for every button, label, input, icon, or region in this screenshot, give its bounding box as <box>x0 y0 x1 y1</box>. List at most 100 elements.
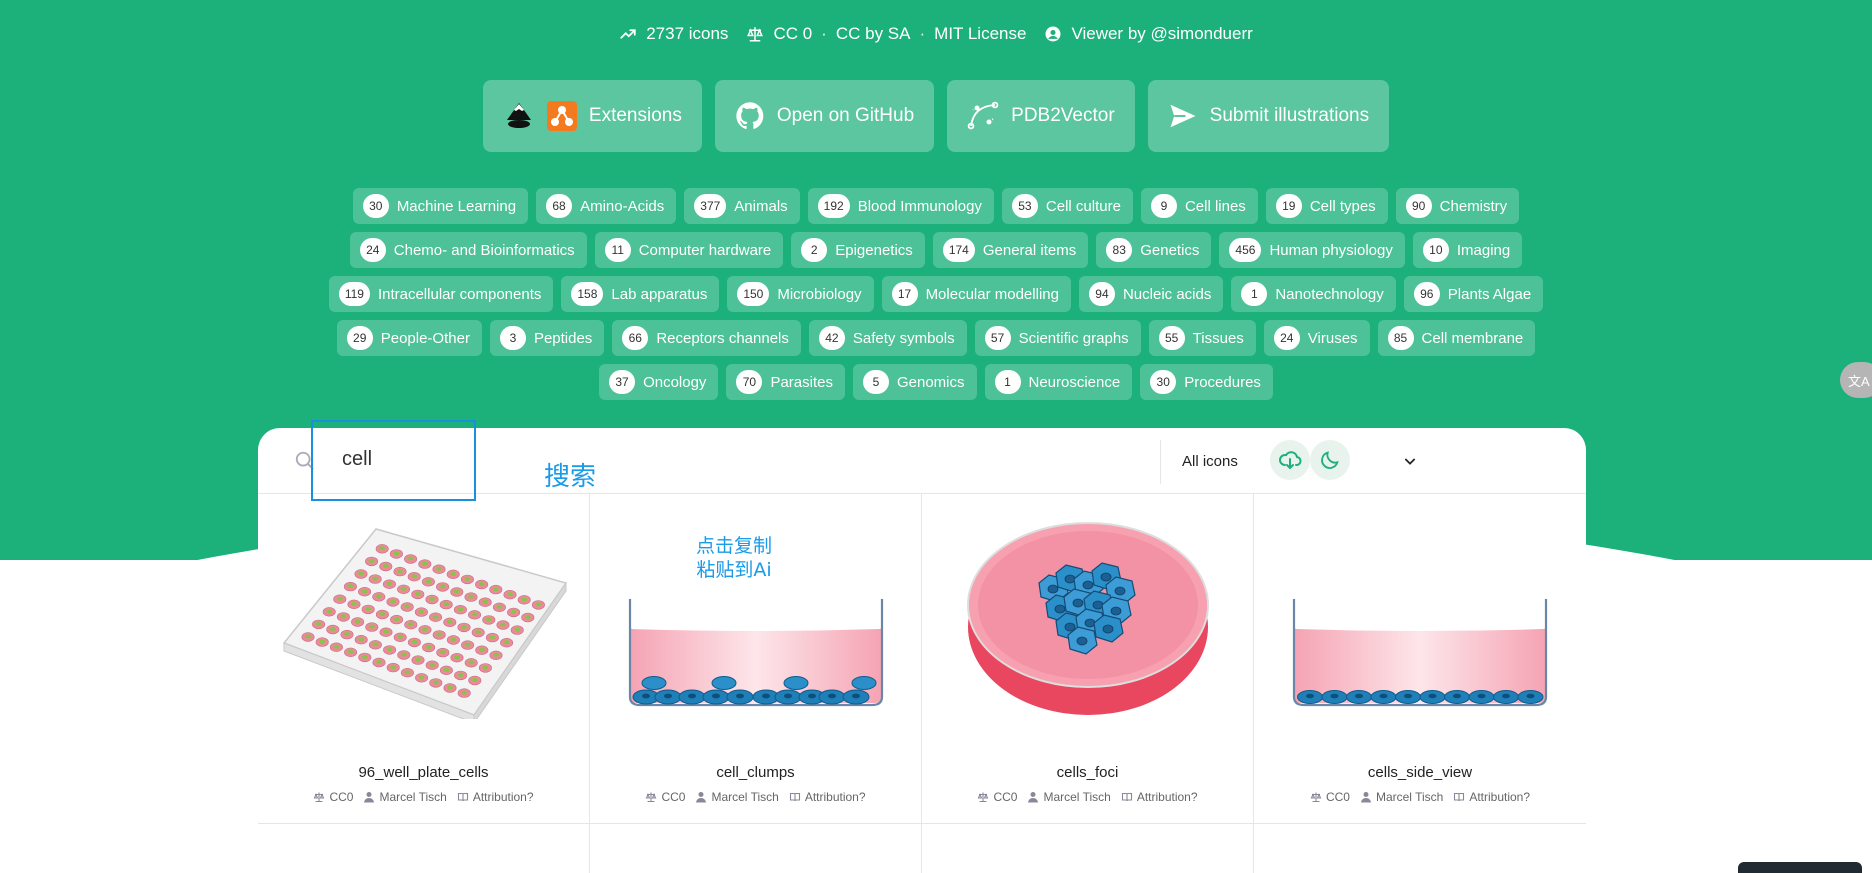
attribution-meta[interactable]: Attribution? <box>789 790 866 804</box>
pdb2vector-button[interactable]: PDB2Vector <box>947 80 1135 152</box>
tag-count-badge: 70 <box>736 370 763 394</box>
attribution-meta[interactable]: Attribution? <box>457 790 534 804</box>
category-tag[interactable]: 2 Epigenetics <box>791 232 925 268</box>
category-tag[interactable]: 53 Cell culture <box>1001 188 1133 224</box>
category-tag[interactable]: 68 Amino-Acids <box>536 188 677 224</box>
tag-label: Plants Algae <box>1447 285 1532 303</box>
icon-card-placeholder[interactable] <box>258 824 590 873</box>
category-tag[interactable]: 30 Procedures <box>1140 364 1273 400</box>
author-text: Marcel Tisch <box>1043 790 1111 804</box>
icon-card-placeholder[interactable] <box>590 824 922 873</box>
tag-count-badge: 53 <box>1011 194 1038 218</box>
icon-name: 96_well_plate_cells <box>358 764 489 781</box>
tag-count-badge: 1 <box>994 370 1021 394</box>
category-tag[interactable]: 30 Machine Learning <box>352 188 529 224</box>
category-tag[interactable]: 11 Computer hardware <box>594 232 784 268</box>
tag-label: Machine Learning <box>396 197 517 215</box>
icon-card[interactable]: 点击复制 粘贴到Ai cell_clumps CC0 Marcel Tisch … <box>590 494 922 824</box>
book-icon <box>1121 792 1132 802</box>
book-icon <box>457 792 468 802</box>
license-ccbysa[interactable]: CC by SA <box>836 24 911 44</box>
category-tag[interactable]: 19 Cell types <box>1265 188 1388 224</box>
scale-icon <box>646 792 657 803</box>
tag-label: Imaging <box>1456 241 1511 259</box>
translate-button[interactable]: 文A <box>1840 362 1872 398</box>
translate-icon: 文A <box>1848 373 1870 389</box>
license-cc0[interactable]: CC 0 <box>773 24 812 44</box>
author-meta: Marcel Tisch <box>1360 790 1443 804</box>
icon-card[interactable]: cells_side_view CC0 Marcel Tisch Attribu… <box>1254 494 1586 824</box>
tag-count-badge: 30 <box>362 194 389 218</box>
author-meta: Marcel Tisch <box>695 790 779 804</box>
category-tag[interactable]: 24 Viruses <box>1263 320 1370 356</box>
category-tag[interactable]: 85 Cell membrane <box>1377 320 1536 356</box>
category-tag[interactable]: 96 Plants Algae <box>1403 276 1544 312</box>
tag-label: Safety symbols <box>852 329 955 347</box>
category-tag[interactable]: 1 Nanotechnology <box>1231 276 1396 312</box>
icon-name: cell_clumps <box>716 764 795 781</box>
category-tag[interactable]: 90 Chemistry <box>1395 188 1520 224</box>
category-tag[interactable]: 9 Cell lines <box>1140 188 1258 224</box>
category-tag[interactable]: 17 Molecular modelling <box>881 276 1071 312</box>
download-all-button[interactable] <box>1270 440 1310 480</box>
category-tag[interactable]: 456 Human physiology <box>1219 232 1405 268</box>
tag-label: Genetics <box>1140 241 1200 259</box>
attribution-meta[interactable]: Attribution? <box>1121 790 1198 804</box>
submit-illustrations-button[interactable]: Submit illustrations <box>1147 80 1390 152</box>
icon-card[interactable]: cells_foci CC0 Marcel Tisch Attribution? <box>922 494 1254 824</box>
category-tag[interactable]: 377 Animals <box>684 188 800 224</box>
category-tag[interactable]: 1 Neuroscience <box>984 364 1133 400</box>
category-tag[interactable]: 66 Receptors channels <box>612 320 801 356</box>
icon-card[interactable]: 96_well_plate_cells CC0 Marcel Tisch Att… <box>258 494 590 824</box>
author-meta: Marcel Tisch <box>363 790 447 804</box>
category-tag[interactable]: 119 Intracellular components <box>328 276 554 312</box>
tag-label: Cell lines <box>1184 197 1246 215</box>
category-tag[interactable]: 55 Tissues <box>1148 320 1256 356</box>
category-tag[interactable]: 3 Peptides <box>489 320 605 356</box>
tag-label: Human physiology <box>1269 241 1393 259</box>
github-button[interactable]: Open on GitHub <box>714 80 935 152</box>
icon-card-placeholder[interactable] <box>922 824 1254 873</box>
category-tag[interactable]: 37 Oncology <box>599 364 719 400</box>
bezier-curve-icon <box>967 101 999 130</box>
attribution-meta[interactable]: Attribution? <box>1453 790 1530 804</box>
search-bar: cell 搜索 All icons <box>258 420 1586 501</box>
floating-widget-tab[interactable] <box>1738 862 1862 873</box>
tag-label: Cell types <box>1309 197 1376 215</box>
tag-count-badge: 90 <box>1405 194 1432 218</box>
tag-count-badge: 68 <box>546 194 573 218</box>
category-tag[interactable]: 83 Genetics <box>1096 232 1212 268</box>
scale-icon <box>314 792 325 803</box>
category-tag[interactable]: 57 Scientific graphs <box>974 320 1141 356</box>
category-tag[interactable]: 70 Parasites <box>726 364 845 400</box>
tag-label: Blood Immunology <box>857 197 982 215</box>
extensions-button[interactable]: Extensions <box>482 80 702 152</box>
tag-count-badge: 19 <box>1275 194 1302 218</box>
tag-label: Parasites <box>770 373 833 391</box>
category-tag[interactable]: 174 General items <box>932 232 1089 268</box>
send-icon <box>1170 104 1196 128</box>
category-tag[interactable]: 10 Imaging <box>1412 232 1523 268</box>
license-mit[interactable]: MIT License <box>934 24 1026 44</box>
category-tag[interactable]: 29 People-Other <box>336 320 482 356</box>
category-tag[interactable]: 42 Safety symbols <box>808 320 967 356</box>
category-tag[interactable]: 5 Genomics <box>852 364 977 400</box>
author-text: Marcel Tisch <box>1375 790 1444 804</box>
license-text: CC0 <box>329 790 354 804</box>
icon-card-placeholder[interactable] <box>1254 824 1586 873</box>
viewer-credit[interactable]: Viewer by @simonduerr <box>1044 24 1253 44</box>
tag-label: Receptors channels <box>656 329 789 347</box>
icon-preview-96-well-plate <box>278 514 570 724</box>
tag-label: Neuroscience <box>1028 373 1121 391</box>
dark-mode-toggle[interactable] <box>1310 440 1350 480</box>
cloud-download-icon <box>1279 451 1302 470</box>
tag-label: Nanotechnology <box>1275 285 1384 303</box>
category-tag[interactable]: 158 Lab apparatus <box>561 276 720 312</box>
category-tag[interactable]: 24 Chemo- and Bioinformatics <box>349 232 587 268</box>
tag-count-badge: 17 <box>891 282 918 306</box>
category-tag[interactable]: 150 Microbiology <box>727 276 874 312</box>
category-tag[interactable]: 192 Blood Immunology <box>807 188 994 224</box>
icon-count: 2737 icons <box>619 24 728 44</box>
tag-count-badge: 158 <box>571 282 604 306</box>
category-tag[interactable]: 94 Nucleic acids <box>1078 276 1224 312</box>
